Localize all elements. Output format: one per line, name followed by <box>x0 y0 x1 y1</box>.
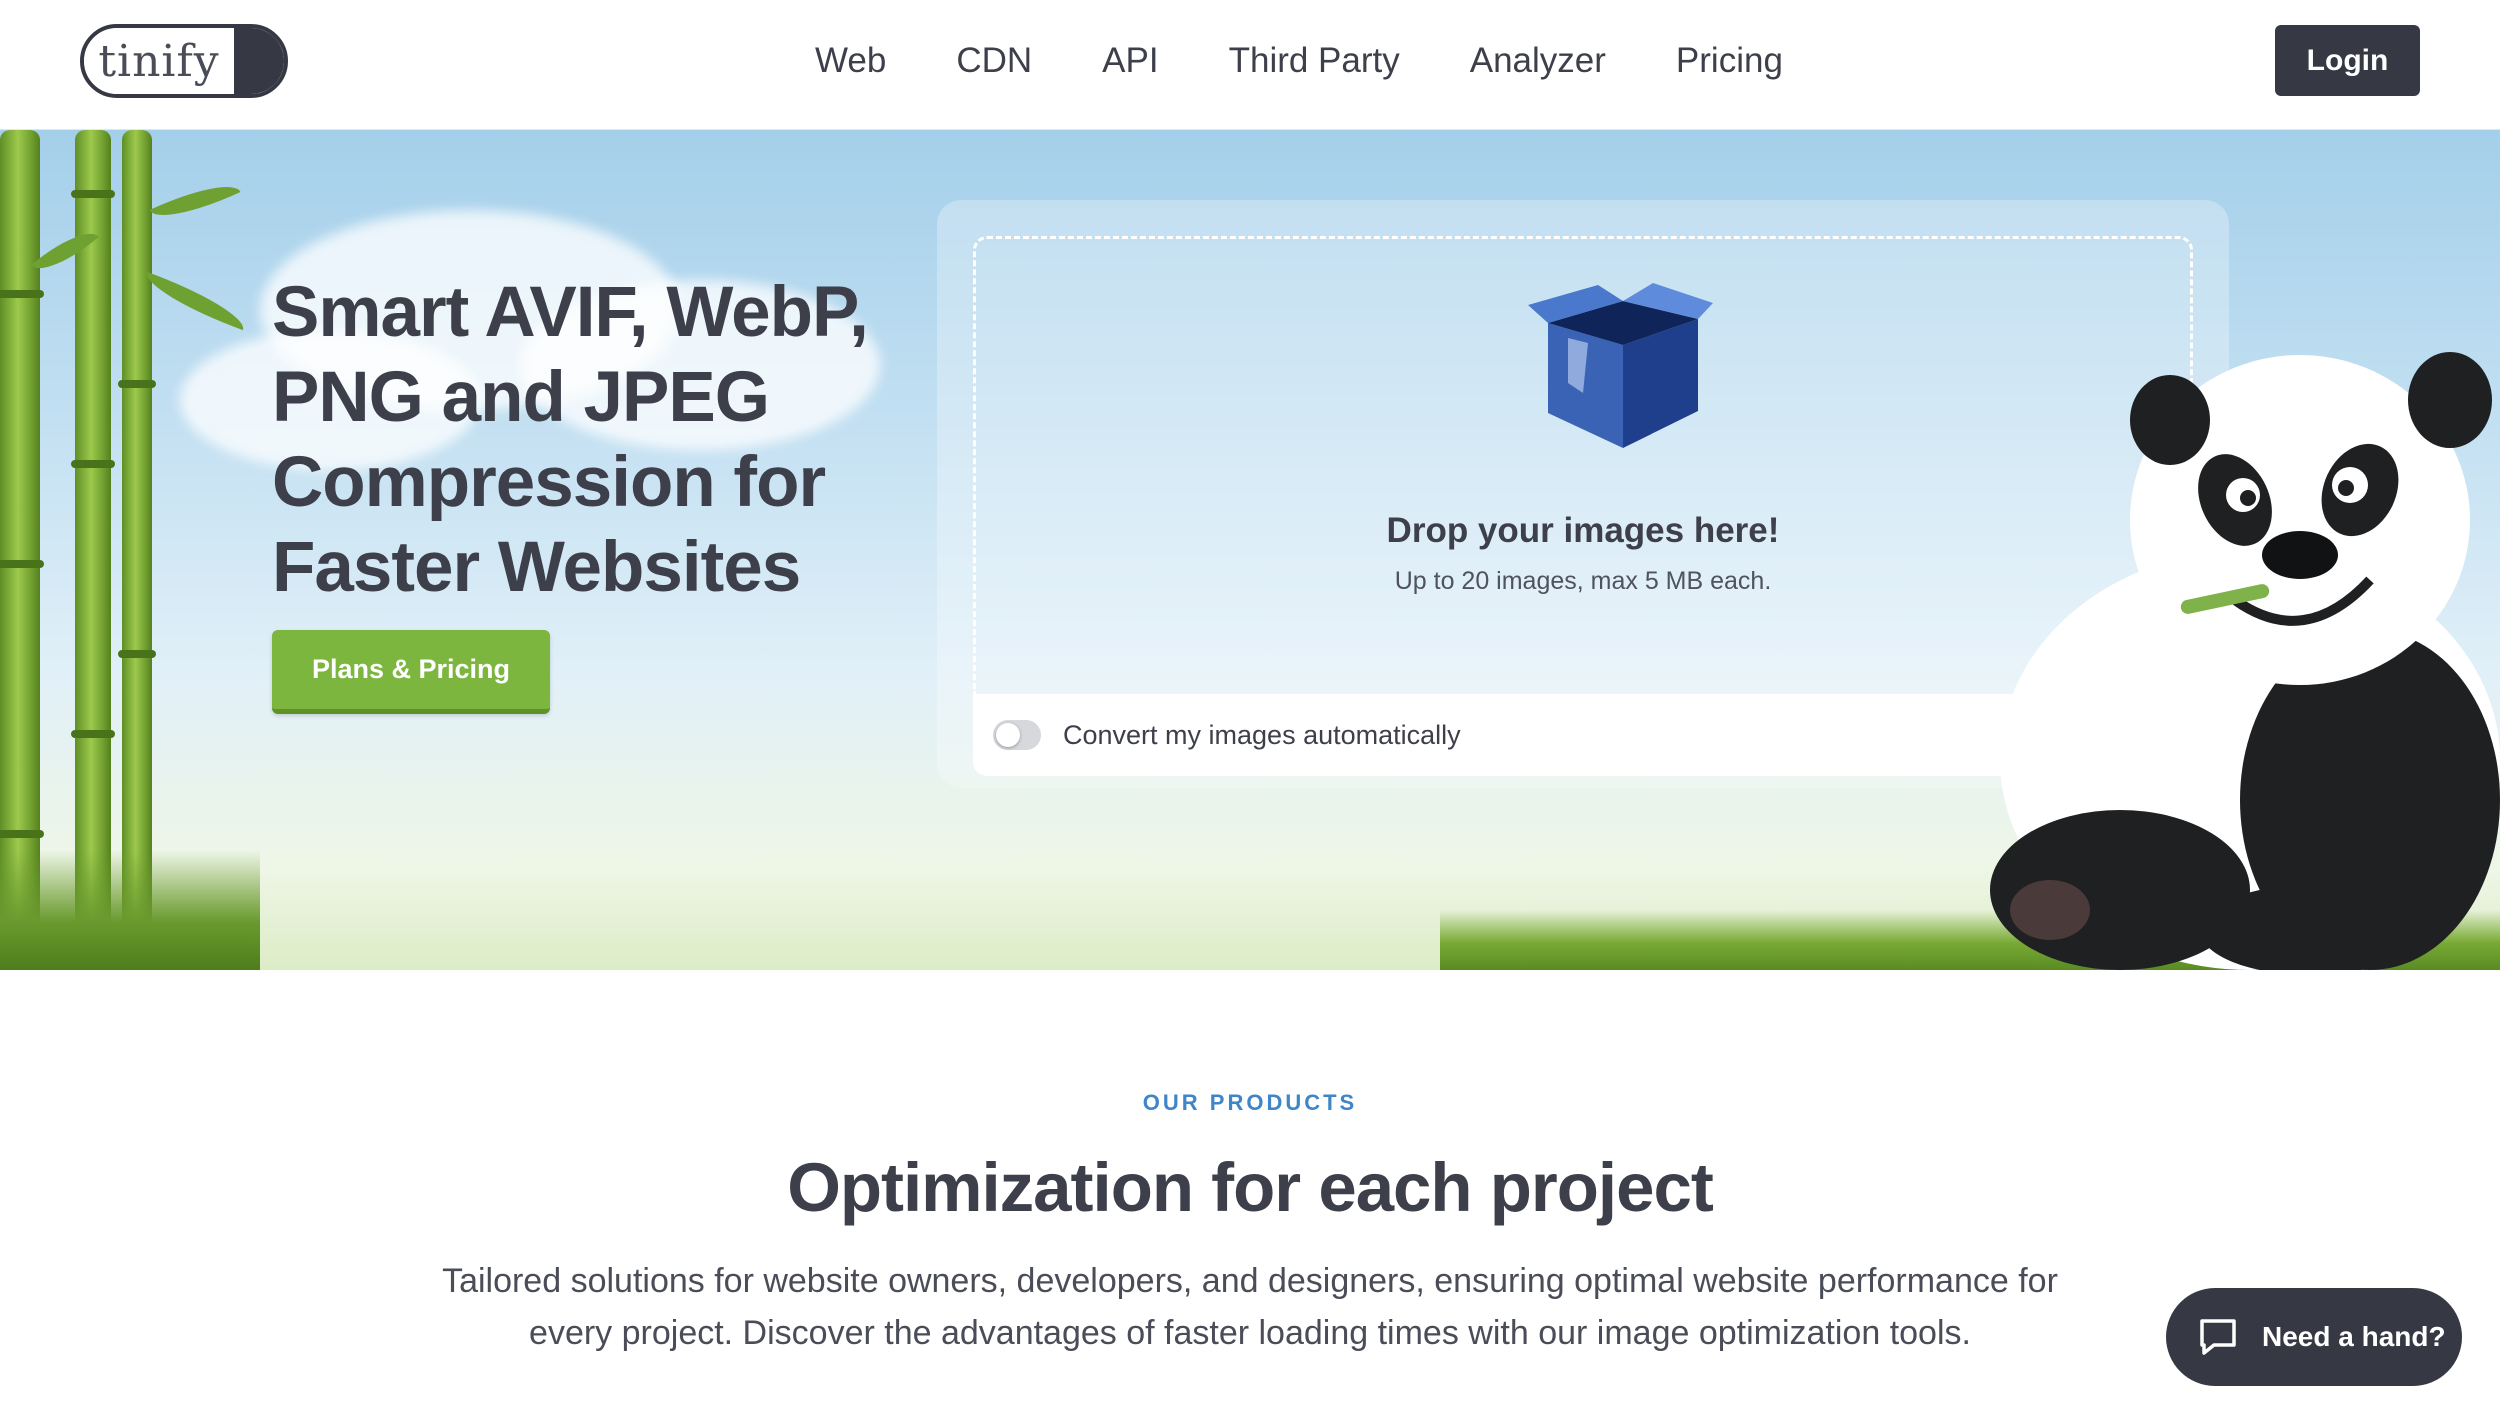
help-label: Need a hand? <box>2262 1321 2446 1352</box>
open-box-icon <box>1528 283 1713 448</box>
nav-item-third-party[interactable]: Third Party <box>1194 36 1435 86</box>
products-eyebrow: OUR PRODUCTS <box>1142 1090 1358 1115</box>
hero-section: Smart AVIF, WebP, PNG and JPEG Compressi… <box>0 130 2500 970</box>
bamboo-stalk <box>0 130 44 970</box>
convert-toggle[interactable] <box>993 720 1041 750</box>
plans-pricing-button[interactable]: Plans & Pricing <box>272 630 550 714</box>
nav-item-api[interactable]: API <box>1067 36 1193 86</box>
login-button[interactable]: Login <box>2275 25 2420 96</box>
panda-mascot <box>1990 352 2500 970</box>
nav-item-analyzer[interactable]: Analyzer <box>1435 36 1641 86</box>
tinify-logo[interactable]: tinify <box>80 24 288 98</box>
logo-toggle-knob <box>234 28 284 94</box>
nav-item-web[interactable]: Web <box>780 36 921 86</box>
site-header: tinify Web CDN API Third Party Analyzer … <box>0 0 2500 130</box>
bamboo-stalk <box>71 130 115 970</box>
logo-wordmark: tinify <box>84 28 234 94</box>
toggle-knob <box>996 723 1020 747</box>
main-nav: Web CDN API Third Party Analyzer Pricing <box>780 36 1818 86</box>
bamboo-leaf <box>139 271 251 331</box>
convert-label: Convert my images automatically <box>1063 719 1461 750</box>
hero-title: Smart AVIF, WebP, PNG and JPEG Compressi… <box>272 273 869 607</box>
nav-item-cdn[interactable]: CDN <box>921 36 1067 86</box>
nav-item-pricing[interactable]: Pricing <box>1641 36 1818 86</box>
chat-bubble-icon <box>2200 1319 2236 1355</box>
help-chat-button[interactable]: Need a hand? <box>2166 1288 2462 1386</box>
products-description: Tailored solutions for website owners, d… <box>442 1262 2058 1352</box>
bamboo-leaf <box>149 172 241 230</box>
products-title: Optimization for each project <box>787 1149 1714 1226</box>
grass-illustration <box>0 850 260 970</box>
bamboo-stalk <box>118 130 156 970</box>
